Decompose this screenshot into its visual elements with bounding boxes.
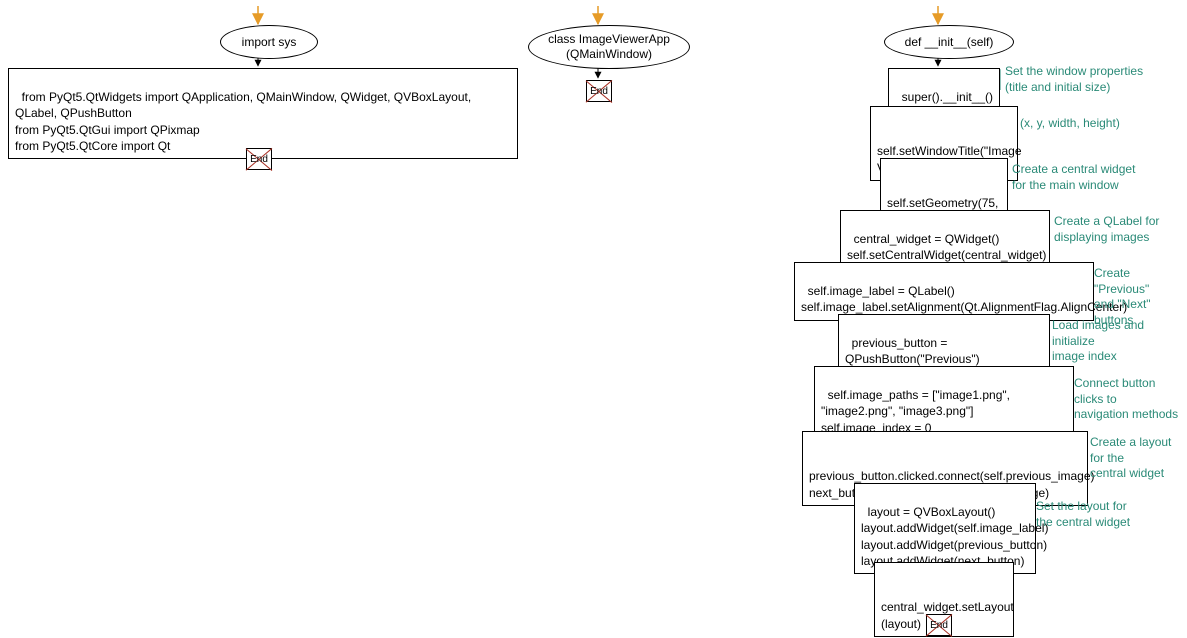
flow1-box1: from PyQt5.QtWidgets import QApplication… [8, 68, 518, 159]
flow3-step4-text: central_widget = QWidget() self.setCentr… [847, 232, 1046, 262]
flow3-start-label: def __init__(self) [905, 35, 994, 50]
flow1-end-label: End [250, 154, 268, 165]
flow3-end: End [926, 614, 952, 636]
flow1-end: End [246, 148, 272, 170]
flow2-end: End [586, 80, 612, 102]
flow3-comment8: Create a layout for the central widget [1090, 435, 1187, 482]
flow3-comment1: Set the window properties (title and ini… [1005, 64, 1143, 95]
flow3-step1-text: super().__init__() [902, 90, 993, 104]
flow1-start-ellipse: import sys [220, 25, 318, 59]
flow3-comment3: Create a central widget for the main win… [1012, 162, 1135, 193]
flow1-box1-text: from PyQt5.QtWidgets import QApplication… [15, 90, 475, 153]
flow3-step9-text: layout = QVBoxLayout() layout.addWidget(… [861, 505, 1048, 568]
flow1-start-label: import sys [242, 35, 297, 50]
flow3-comment2: (x, y, width, height) [1020, 116, 1120, 132]
flow3-end-label: End [930, 620, 948, 631]
flow2-start-ellipse: class ImageViewerApp (QMainWindow) [528, 25, 690, 69]
flow3-comment9: Set the layout for the central widget [1036, 499, 1130, 530]
flow3-start-ellipse: def __init__(self) [884, 25, 1014, 59]
flow3-step9: layout = QVBoxLayout() layout.addWidget(… [854, 483, 1036, 574]
flow3-step4: central_widget = QWidget() self.setCentr… [840, 210, 1050, 269]
flow2-start-label: class ImageViewerApp (QMainWindow) [539, 32, 679, 62]
flow3-comment6: Load images and initialize image index [1052, 318, 1187, 365]
flow3-step5-text: self.image_label = QLabel() self.image_l… [801, 284, 1127, 314]
flow2-end-label: End [590, 86, 608, 97]
flow3-comment4: Create a QLabel for displaying images [1054, 214, 1159, 245]
flow3-step5: self.image_label = QLabel() self.image_l… [794, 262, 1094, 321]
flow3-step1: super().__init__() [888, 68, 1000, 110]
flow3-comment7: Connect button clicks to navigation meth… [1074, 376, 1187, 423]
